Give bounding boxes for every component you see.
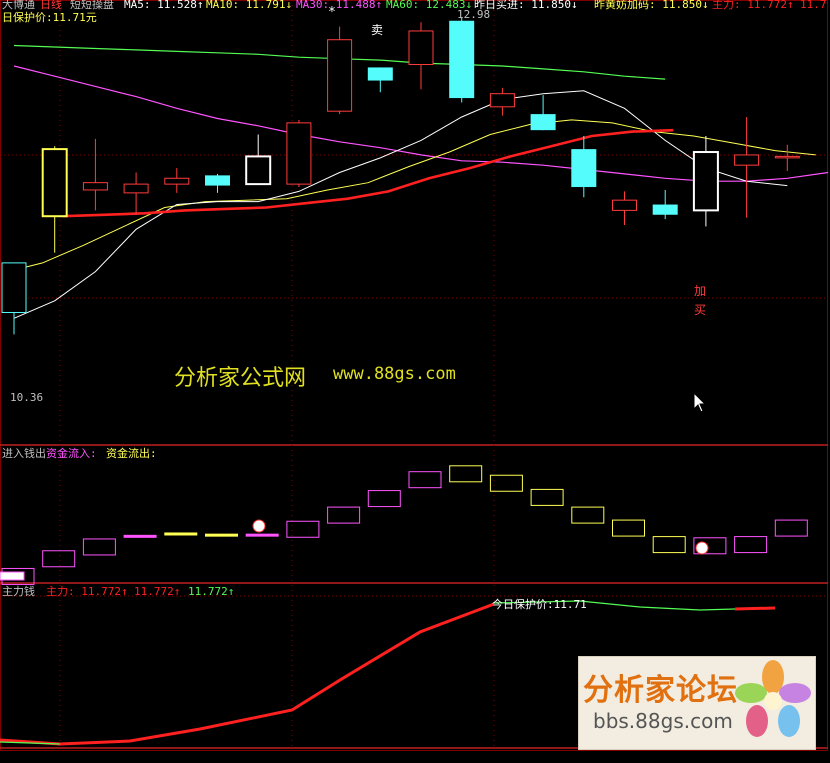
- formula-label: 短短操盘: [70, 0, 114, 11]
- forum-logo: 分析家论坛 bbs.88gs.com: [578, 656, 816, 750]
- sell-signal: 卖: [371, 23, 384, 37]
- watermark-title: 分析家公式网: [174, 366, 307, 391]
- flow-box: [123, 534, 157, 538]
- candle-body: [408, 30, 434, 66]
- zhuli-label: 主力: 11.772↑: [712, 0, 794, 11]
- candle-body: [774, 155, 800, 159]
- extra-label: 11.7: [800, 0, 827, 11]
- buy-signal: 买: [694, 303, 707, 317]
- smiley-icon: [695, 541, 709, 555]
- panel3-protect: 今日保护价:11.71: [492, 598, 587, 611]
- candle-body: [327, 39, 353, 112]
- zhuli-money-line: [734, 606, 776, 611]
- flow-box: [612, 519, 645, 537]
- flow-box: [489, 474, 523, 492]
- panel3-zhuli-3: 11.772↑: [188, 585, 235, 598]
- forum-logo-title: 分析家论坛: [583, 673, 738, 708]
- flow-box: [327, 506, 361, 524]
- flow-box: [449, 465, 483, 483]
- flow-box: [652, 536, 686, 554]
- flow-box: [367, 490, 401, 508]
- panel3-zhuli-2: 11.772↑: [134, 585, 181, 598]
- candle-body: [205, 175, 230, 186]
- candle-body: [692, 151, 719, 212]
- flow-box: [245, 533, 279, 537]
- add-signal: 加: [694, 284, 707, 298]
- candle-body: [734, 154, 760, 166]
- flow-in-label: 资金流入:: [46, 447, 97, 460]
- zhuli-money-line: [0, 602, 495, 746]
- flower-icon: [735, 660, 811, 737]
- candle-body: [123, 183, 149, 194]
- stock-title: 大博通: [2, 0, 35, 11]
- flow-box: [408, 471, 442, 489]
- low-price-marker: 10.36: [10, 391, 44, 404]
- candle-body: [164, 177, 190, 185]
- candle-body: [286, 122, 312, 185]
- high-price-marker: 12.98: [457, 8, 491, 21]
- flow-box: [774, 519, 808, 537]
- flow-box: [571, 506, 605, 524]
- watermark-url: www.88gs.com: [333, 364, 456, 384]
- candle-body: [652, 204, 678, 215]
- flow-box: [82, 538, 116, 556]
- candle-body: [449, 20, 475, 99]
- ma5-label: MA5: 11.528↑: [124, 0, 204, 11]
- flow-box: [0, 571, 25, 581]
- candle-body: [245, 155, 272, 186]
- candle-body: [367, 67, 393, 81]
- mouse-cursor-icon: [693, 392, 707, 413]
- period-label[interactable]: 日线: [40, 0, 62, 11]
- panel2-title: 进入钱出: [2, 447, 46, 460]
- panel3-zhuli-1: 主力: 11.772↑: [46, 585, 128, 598]
- flow-box: [286, 520, 320, 538]
- flow-box: [205, 533, 238, 537]
- high-star: *: [328, 5, 336, 20]
- forum-logo-url: bbs.88gs.com: [593, 709, 733, 733]
- candle-body: [41, 148, 68, 218]
- flow-box: [164, 532, 198, 536]
- smiley-icon: [252, 519, 266, 533]
- chart-window: 大博通 日线 短短操盘 MA5: 11.528↑ MA10: 11.791↓ M…: [0, 0, 830, 763]
- protect-price-label: 日保护价:11.71元: [2, 11, 97, 24]
- candle-body: [82, 182, 108, 191]
- candle-body: [489, 93, 515, 108]
- ma10-label: MA10: 11.791↓: [206, 0, 293, 11]
- flow-box: [42, 550, 76, 568]
- flow-box: [734, 536, 768, 554]
- panel3-title: 主力钱: [2, 585, 35, 598]
- ma30-label: MA30: 11.488↑: [296, 0, 383, 11]
- candle-body: [571, 149, 597, 188]
- candle-body: [530, 114, 556, 131]
- flow-box: [530, 488, 564, 506]
- candle-body: [612, 199, 637, 211]
- candle-body: [1, 262, 27, 313]
- flow-out-label: 资金流出:: [106, 447, 157, 460]
- add-label: 昨黄妨加码: 11.850↓: [594, 0, 709, 11]
